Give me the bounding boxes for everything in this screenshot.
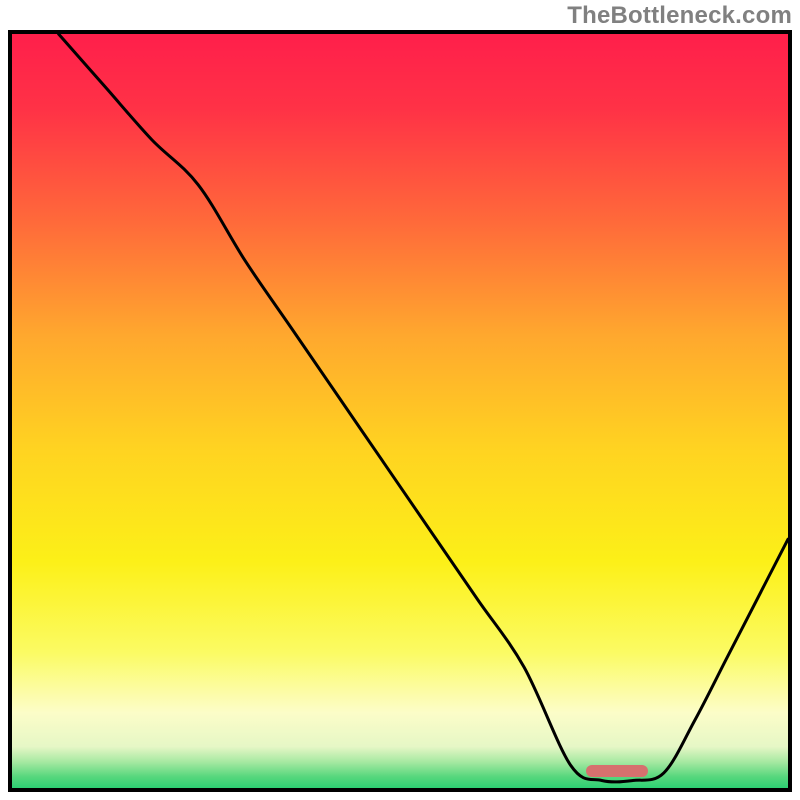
plot-area <box>12 34 788 788</box>
bottleneck-curve <box>12 34 788 788</box>
optimal-marker <box>586 765 648 777</box>
plot-border <box>8 30 792 792</box>
watermark-text: TheBottleneck.com <box>567 2 792 30</box>
chart-frame: TheBottleneck.com <box>0 0 800 800</box>
